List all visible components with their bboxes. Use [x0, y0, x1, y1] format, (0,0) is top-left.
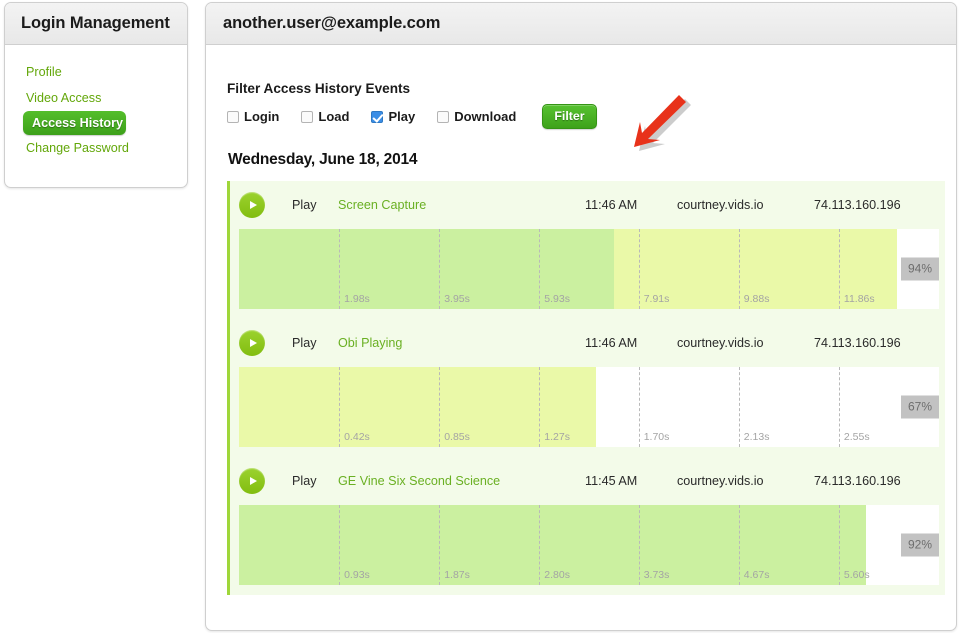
event-host: courtney.vids.io — [677, 198, 764, 213]
filter-checkbox-download[interactable]: Download — [437, 109, 516, 124]
playback-timeline-chart: 0.93s 1.87s 2.80s 3.73s 4.67s 5.60s 92% — [239, 505, 939, 586]
filter-label-download: Download — [454, 109, 517, 125]
chart-tick-label: 3.95s — [444, 293, 470, 306]
sidebar-item-profile[interactable]: Profile — [5, 59, 187, 85]
filter-checkbox-play[interactable]: Play — [371, 109, 415, 124]
sidebar-header: Login Management — [5, 3, 187, 45]
filter-button[interactable]: Filter — [542, 104, 597, 130]
page-title: another.user@example.com — [223, 14, 441, 32]
event-chart-wrap: 0.42s 0.85s 1.27s 1.70s 2.13s 2.55s 67% — [230, 367, 945, 458]
chart-tick-label: 0.93s — [344, 569, 370, 582]
main-body: Filter Access History Events Login Load … — [206, 45, 956, 596]
filter-checkbox-load[interactable]: Load — [301, 109, 349, 124]
chart-tick-label: 1.87s — [444, 569, 470, 582]
chart-tick-label: 5.60s — [843, 569, 870, 582]
chart-tick-label: 11.86s — [843, 293, 875, 306]
chart-tick-label: 9.88s — [743, 293, 770, 306]
checkbox-box-icon[interactable] — [227, 110, 239, 123]
event-name[interactable]: Obi Playing — [338, 336, 402, 350]
chart-tick-label: 2.80s — [544, 569, 570, 582]
chart-tick-label: 3.73s — [643, 569, 670, 582]
date-heading: Wednesday, June 18, 2014 — [228, 151, 418, 169]
event-chart-wrap: 1.98s 3.95s 5.93s 7.91s 9.88s 11.86s 94% — [230, 229, 945, 320]
checkbox-box-icon[interactable] — [301, 110, 314, 123]
event-type: Play — [292, 198, 317, 213]
event-item: Play Obi Playing 11:46 AM courtney.vids.… — [230, 319, 945, 458]
event-header[interactable]: Play GE Vine Six Second Science 11:45 AM… — [230, 457, 945, 506]
play-icon[interactable] — [239, 192, 265, 219]
event-header[interactable]: Play Obi Playing 11:46 AM courtney.vids.… — [230, 319, 945, 368]
sidebar-item-access-history[interactable]: Access History — [23, 111, 126, 135]
event-time: 11:46 AM — [585, 336, 638, 351]
event-chart-wrap: 0.93s 1.87s 2.80s 3.73s 4.67s 5.60s 92% — [230, 505, 945, 596]
chart-tick-label: 5.93s — [544, 293, 570, 306]
chart-tick-label: 1.27s — [544, 431, 570, 444]
event-time: 11:46 AM — [585, 198, 638, 213]
main-panel: another.user@example.com Filter Access H… — [205, 2, 957, 631]
page-root: Login Management Profile Video Access Ac… — [0, 0, 960, 633]
playback-timeline-chart: 0.42s 0.85s 1.27s 1.70s 2.13s 2.55s 67% — [239, 367, 939, 448]
event-item: Play Screen Capture 11:46 AM courtney.vi… — [230, 181, 945, 320]
event-list: Play Screen Capture 11:46 AM courtney.vi… — [227, 181, 945, 596]
percent-badge: 92% — [900, 533, 939, 557]
event-ip: 74.113.160.196 — [814, 198, 901, 213]
playback-timeline-chart: 1.98s 3.95s 5.93s 7.91s 9.88s 11.86s 94% — [239, 229, 939, 310]
chart-tick-label: 1.98s — [344, 293, 370, 306]
chart-tick-label: 7.91s — [643, 293, 670, 306]
play-icon[interactable] — [239, 330, 265, 357]
filter-label-login: Login — [244, 109, 280, 125]
sidebar-item-video-access[interactable]: Video Access — [5, 85, 187, 111]
event-item: Play GE Vine Six Second Science 11:45 AM… — [230, 457, 945, 596]
sidebar-item-change-password[interactable]: Change Password — [5, 135, 187, 161]
filter-heading: Filter Access History Events — [227, 81, 411, 96]
filter-options-row: Login Load Play Download Filter — [227, 104, 956, 130]
filter-label-load: Load — [318, 109, 350, 125]
filter-checkbox-login[interactable]: Login — [227, 109, 279, 124]
event-name[interactable]: Screen Capture — [338, 198, 426, 212]
event-name[interactable]: GE Vine Six Second Science — [338, 474, 500, 488]
event-type: Play — [292, 474, 317, 489]
play-icon[interactable] — [239, 468, 265, 495]
chart-tick-label: 1.70s — [643, 431, 670, 444]
checkbox-checked-icon[interactable] — [371, 110, 384, 123]
main-header: another.user@example.com — [206, 3, 956, 45]
sidebar-nav: Profile Video Access Access History Chan… — [5, 45, 187, 161]
filter-section: Filter Access History Events Login Load … — [206, 45, 956, 130]
percent-badge: 67% — [900, 395, 939, 419]
event-host: courtney.vids.io — [677, 474, 764, 489]
chart-tick-label: 2.13s — [743, 431, 770, 444]
event-type: Play — [292, 336, 317, 351]
chart-tick-label: 4.67s — [743, 569, 770, 582]
event-ip: 74.113.160.196 — [814, 474, 901, 489]
percent-badge: 94% — [900, 257, 939, 281]
event-time: 11:45 AM — [585, 474, 638, 489]
chart-tick-label: 2.55s — [843, 431, 870, 444]
sidebar-panel: Login Management Profile Video Access Ac… — [4, 2, 188, 188]
event-host: courtney.vids.io — [677, 336, 764, 351]
event-header[interactable]: Play Screen Capture 11:46 AM courtney.vi… — [230, 181, 945, 230]
filter-label-play: Play — [388, 109, 416, 125]
checkbox-box-icon[interactable] — [437, 110, 450, 123]
sidebar-title: Login Management — [21, 14, 170, 32]
chart-tick-label: 0.42s — [344, 431, 370, 444]
chart-tick-label: 0.85s — [444, 431, 470, 444]
event-ip: 74.113.160.196 — [814, 336, 901, 351]
